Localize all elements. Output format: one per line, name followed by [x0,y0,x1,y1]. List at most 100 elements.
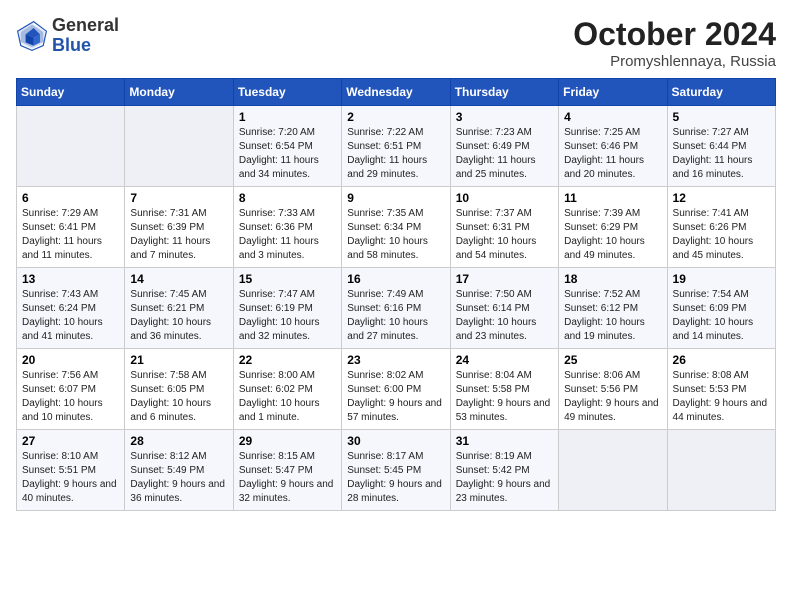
day-number: 24 [456,353,553,367]
day-number: 30 [347,434,444,448]
logo-text: General Blue [52,16,119,56]
day-number: 18 [564,272,661,286]
calendar-table: SundayMondayTuesdayWednesdayThursdayFrid… [16,78,776,511]
title-block: October 2024 Promyshlennaya, Russia [573,16,776,70]
day-info: Sunrise: 7:33 AMSunset: 6:36 PMDaylight:… [239,207,336,263]
calendar-cell: 23 Sunrise: 8:02 AMSunset: 6:00 PMDayligh… [342,349,450,430]
calendar-week-4: 20 Sunrise: 7:56 AMSunset: 6:07 PMDayligh… [17,349,776,430]
weekday-header-row: SundayMondayTuesdayWednesdayThursdayFrid… [17,79,776,106]
logo: General Blue [16,16,119,56]
calendar-cell: 25 Sunrise: 8:06 AMSunset: 5:56 PMDayligh… [559,349,667,430]
day-number: 28 [130,434,227,448]
calendar-week-1: 1 Sunrise: 7:20 AMSunset: 6:54 PMDaylight… [17,106,776,187]
calendar-cell: 19Sunrise: 7:54 AMSunset: 6:09 PMDayligh… [667,268,775,349]
calendar-week-2: 6 Sunrise: 7:29 AMSunset: 6:41 PMDaylight… [17,187,776,268]
calendar-cell [559,430,667,511]
page-header: General Blue October 2024 Promyshlennaya… [16,16,776,70]
day-info: Sunrise: 7:23 AMSunset: 6:49 PMDaylight:… [456,126,553,182]
day-info: Sunrise: 7:52 AMSunset: 6:12 PMDaylight:… [564,288,661,344]
day-info: Sunrise: 7:39 AMSunset: 6:29 PMDaylight:… [564,207,661,263]
weekday-header-tuesday: Tuesday [233,79,341,106]
calendar-cell: 8Sunrise: 7:33 AMSunset: 6:36 PMDaylight… [233,187,341,268]
day-number: 25 [564,353,661,367]
calendar-cell: 28 Sunrise: 8:12 AMSunset: 5:49 PMDayligh… [125,430,233,511]
day-info: Sunrise: 8:08 AMSunset: 5:53 PMDaylight:… [673,369,770,425]
calendar-cell: 27 Sunrise: 8:10 AMSunset: 5:51 PMDayligh… [17,430,125,511]
calendar-cell: 2 Sunrise: 7:22 AMSunset: 6:51 PMDaylight… [342,106,450,187]
calendar-cell [17,106,125,187]
day-number: 26 [673,353,770,367]
calendar-body: 1 Sunrise: 7:20 AMSunset: 6:54 PMDaylight… [17,106,776,511]
day-info: Sunrise: 7:56 AMSunset: 6:07 PMDaylight:… [22,369,119,425]
calendar-cell: 5 Sunrise: 7:27 AMSunset: 6:44 PMDaylight… [667,106,775,187]
calendar-cell: 3 Sunrise: 7:23 AMSunset: 6:49 PMDaylight… [450,106,558,187]
day-number: 14 [130,272,227,286]
calendar-cell: 24 Sunrise: 8:04 AMSunset: 5:58 PMDayligh… [450,349,558,430]
day-number: 31 [456,434,553,448]
day-number: 1 [239,110,336,124]
day-number: 19 [673,272,770,286]
day-info: Sunrise: 8:02 AMSunset: 6:00 PMDaylight:… [347,369,444,425]
day-number: 3 [456,110,553,124]
calendar-cell: 1 Sunrise: 7:20 AMSunset: 6:54 PMDaylight… [233,106,341,187]
location-subtitle: Promyshlennaya, Russia [573,53,776,70]
day-info: Sunrise: 8:04 AMSunset: 5:58 PMDaylight:… [456,369,553,425]
calendar-cell: 6 Sunrise: 7:29 AMSunset: 6:41 PMDaylight… [17,187,125,268]
day-number: 22 [239,353,336,367]
calendar-cell: 20 Sunrise: 7:56 AMSunset: 6:07 PMDayligh… [17,349,125,430]
day-info: Sunrise: 8:10 AMSunset: 5:51 PMDaylight:… [22,450,119,506]
day-number: 21 [130,353,227,367]
day-info: Sunrise: 8:19 AMSunset: 5:42 PMDaylight:… [456,450,553,506]
day-info: Sunrise: 7:22 AMSunset: 6:51 PMDaylight:… [347,126,444,182]
day-info: Sunrise: 7:45 AMSunset: 6:21 PMDaylight:… [130,288,227,344]
day-number: 20 [22,353,119,367]
day-info: Sunrise: 7:27 AMSunset: 6:44 PMDaylight:… [673,126,770,182]
day-info: Sunrise: 7:35 AMSunset: 6:34 PMDaylight:… [347,207,444,263]
day-number: 23 [347,353,444,367]
day-number: 12 [673,191,770,205]
weekday-header-saturday: Saturday [667,79,775,106]
calendar-week-5: 27 Sunrise: 8:10 AMSunset: 5:51 PMDayligh… [17,430,776,511]
day-number: 29 [239,434,336,448]
weekday-header-friday: Friday [559,79,667,106]
calendar-cell [667,430,775,511]
day-info: Sunrise: 7:49 AMSunset: 6:16 PMDaylight:… [347,288,444,344]
calendar-cell: 22 Sunrise: 8:00 AMSunset: 6:02 PMDayligh… [233,349,341,430]
day-number: 16 [347,272,444,286]
day-number: 6 [22,191,119,205]
day-info: Sunrise: 8:17 AMSunset: 5:45 PMDaylight:… [347,450,444,506]
day-info: Sunrise: 8:12 AMSunset: 5:49 PMDaylight:… [130,450,227,506]
calendar-cell: 30 Sunrise: 8:17 AMSunset: 5:45 PMDayligh… [342,430,450,511]
month-title: October 2024 [573,16,776,53]
calendar-cell: 17Sunrise: 7:50 AMSunset: 6:14 PMDayligh… [450,268,558,349]
day-number: 15 [239,272,336,286]
calendar-cell: 4Sunrise: 7:25 AMSunset: 6:46 PMDaylight… [559,106,667,187]
day-info: Sunrise: 8:06 AMSunset: 5:56 PMDaylight:… [564,369,661,425]
weekday-header-monday: Monday [125,79,233,106]
calendar-cell: 14 Sunrise: 7:45 AMSunset: 6:21 PMDayligh… [125,268,233,349]
logo-icon [16,20,48,52]
calendar-header: SundayMondayTuesdayWednesdayThursdayFrid… [17,79,776,106]
day-info: Sunrise: 7:29 AMSunset: 6:41 PMDaylight:… [22,207,119,263]
calendar-cell: 11 Sunrise: 7:39 AMSunset: 6:29 PMDayligh… [559,187,667,268]
day-info: Sunrise: 7:20 AMSunset: 6:54 PMDaylight:… [239,126,336,182]
calendar-cell: 15 Sunrise: 7:47 AMSunset: 6:19 PMDayligh… [233,268,341,349]
calendar-cell: 16 Sunrise: 7:49 AMSunset: 6:16 PMDayligh… [342,268,450,349]
calendar-cell: 31 Sunrise: 8:19 AMSunset: 5:42 PMDayligh… [450,430,558,511]
day-number: 27 [22,434,119,448]
day-number: 2 [347,110,444,124]
day-number: 5 [673,110,770,124]
day-info: Sunrise: 7:43 AMSunset: 6:24 PMDaylight:… [22,288,119,344]
day-info: Sunrise: 7:58 AMSunset: 6:05 PMDaylight:… [130,369,227,425]
day-number: 9 [347,191,444,205]
day-number: 11 [564,191,661,205]
calendar-cell: 13 Sunrise: 7:43 AMSunset: 6:24 PMDayligh… [17,268,125,349]
day-info: Sunrise: 7:41 AMSunset: 6:26 PMDaylight:… [673,207,770,263]
calendar-cell: 29Sunrise: 8:15 AMSunset: 5:47 PMDayligh… [233,430,341,511]
calendar-cell: 26 Sunrise: 8:08 AMSunset: 5:53 PMDayligh… [667,349,775,430]
day-info: Sunrise: 8:00 AMSunset: 6:02 PMDaylight:… [239,369,336,425]
day-number: 17 [456,272,553,286]
day-info: Sunrise: 7:47 AMSunset: 6:19 PMDaylight:… [239,288,336,344]
day-number: 13 [22,272,119,286]
day-number: 10 [456,191,553,205]
